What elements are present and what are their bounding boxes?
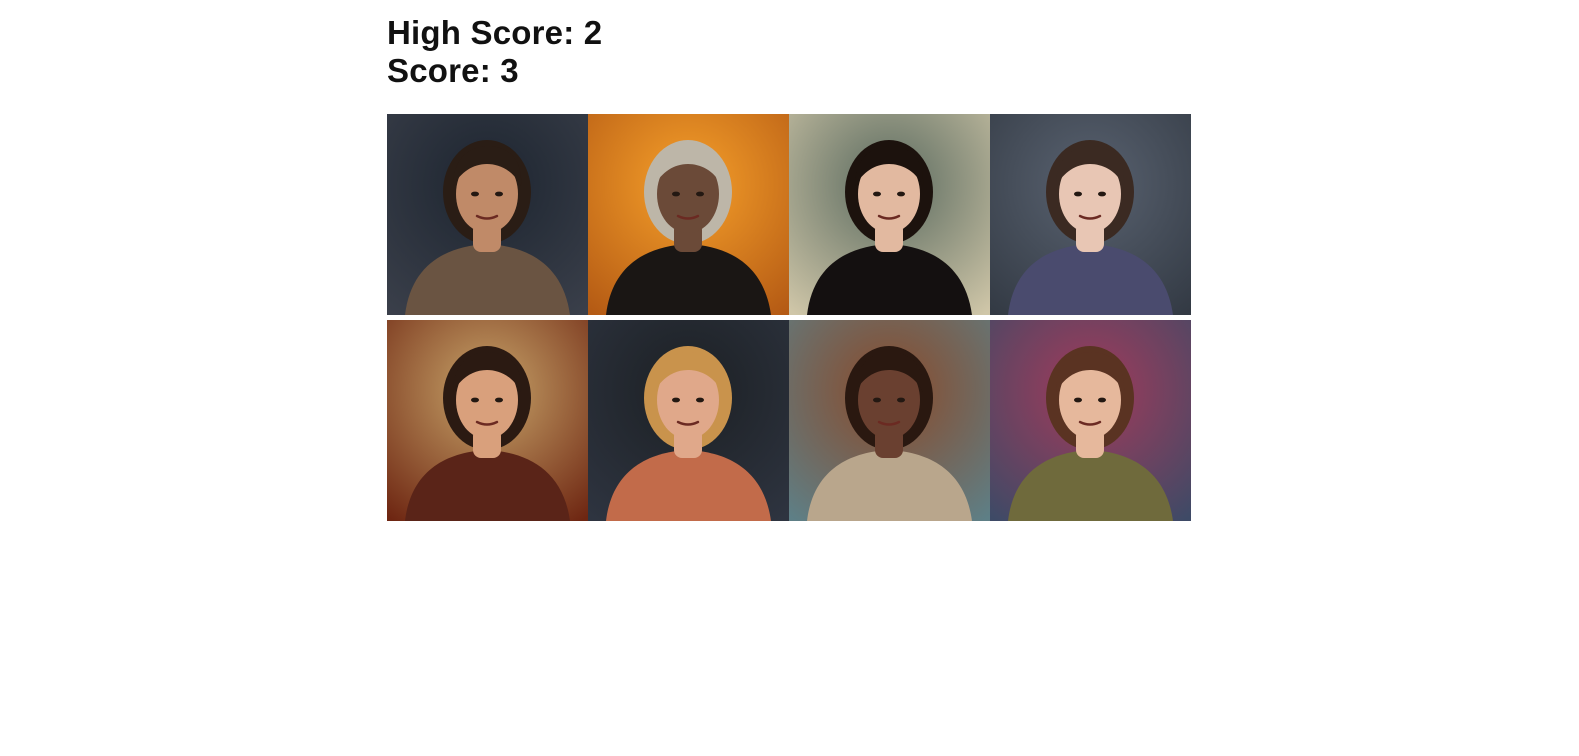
card-portrait-2[interactable] <box>588 114 789 315</box>
portrait-image <box>387 114 588 315</box>
portrait-image <box>789 320 990 521</box>
portrait-image <box>789 114 990 315</box>
card-portrait-1[interactable] <box>387 114 588 315</box>
card-portrait-7[interactable] <box>789 320 990 521</box>
portrait-image <box>588 320 789 521</box>
card-portrait-5[interactable] <box>387 320 588 521</box>
high-score: High Score: 2 <box>387 14 603 51</box>
card-portrait-8[interactable] <box>990 320 1191 521</box>
portrait-image <box>990 114 1191 315</box>
portrait-image <box>387 320 588 521</box>
game-container: High Score: 2 Score: 3 <box>387 14 1195 521</box>
portrait-image <box>588 114 789 315</box>
card-grid <box>387 114 1195 521</box>
card-portrait-6[interactable] <box>588 320 789 521</box>
portrait-image <box>990 320 1191 521</box>
card-portrait-4[interactable] <box>990 114 1191 315</box>
current-score: Score: 3 <box>387 52 519 89</box>
card-portrait-3[interactable] <box>789 114 990 315</box>
